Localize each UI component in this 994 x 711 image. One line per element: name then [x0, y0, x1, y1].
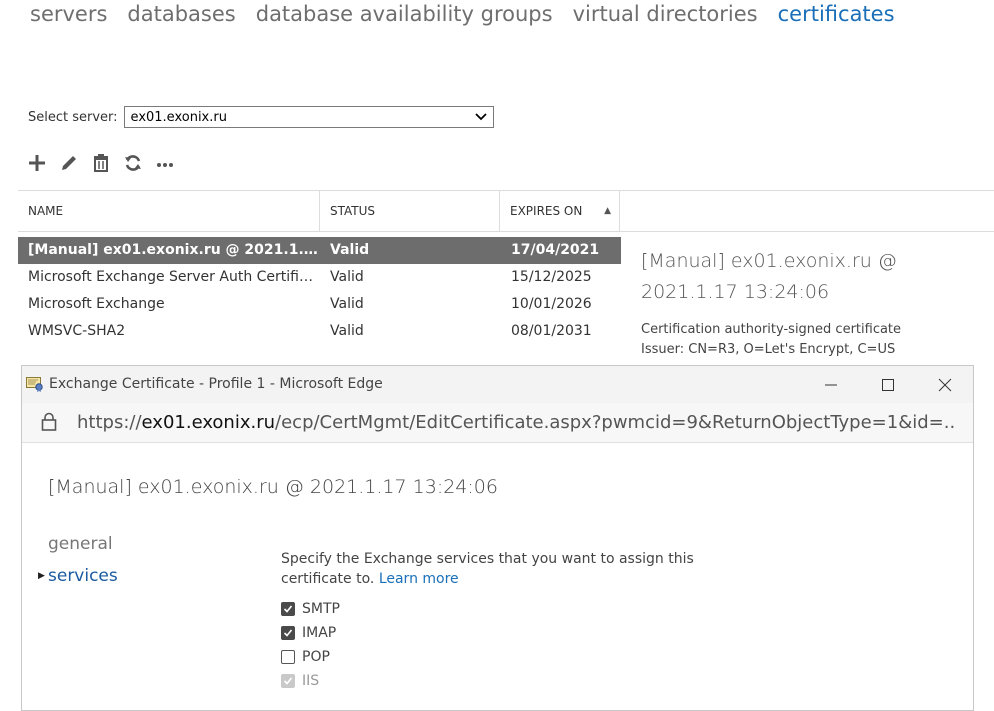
server-dropdown[interactable]: ex01.exonix.ru: [123, 106, 494, 128]
edit-icon: [62, 156, 76, 170]
url-host: ex01.exonix.ru: [141, 412, 276, 433]
column-header-expires[interactable]: EXPIRES ON ▲: [500, 191, 620, 231]
cell-expires: 17/04/2021: [511, 242, 600, 258]
window-title: Exchange Certificate - Profile 1 - Micro…: [49, 376, 383, 392]
certificate-side-nav: general ▶ services: [38, 528, 118, 592]
delete-button[interactable]: [90, 152, 112, 174]
checkbox-checked-icon: [281, 626, 295, 640]
table-row[interactable]: Microsoft Exchange Valid 10/01/2026: [18, 291, 621, 318]
pop-label: POP: [302, 649, 330, 665]
column-header-status[interactable]: STATUS: [320, 191, 500, 231]
nav-databases[interactable]: databases: [127, 0, 235, 28]
delete-icon: [94, 154, 108, 172]
checkbox-checked-icon: [281, 602, 295, 616]
cell-status: Valid: [330, 323, 364, 339]
certificate-list: [Manual] ex01.exonix.ru @ 2021.1.17 13:.…: [18, 237, 621, 345]
edit-button[interactable]: [58, 152, 80, 174]
nav-virtual-directories[interactable]: virtual directories: [573, 0, 758, 28]
more-button[interactable]: [154, 152, 176, 174]
lock-icon: [40, 412, 58, 436]
column-header-expires-label: EXPIRES ON: [510, 204, 583, 218]
select-server-label: Select server:: [28, 109, 118, 125]
cell-name: Microsoft Exchange Server Auth Certifica…: [28, 269, 318, 285]
window-titlebar[interactable]: Exchange Certificate - Profile 1 - Micro…: [22, 366, 973, 403]
table-row[interactable]: WMSVC-SHA2 Valid 08/01/2031: [18, 318, 621, 345]
column-header-name[interactable]: NAME: [18, 191, 320, 231]
caret-right-icon: ▶: [38, 571, 45, 581]
details-issuer: Issuer: CN=R3, O=Let's Encrypt, C=US: [641, 342, 896, 357]
details-cert-type: Certification authority-signed certifica…: [641, 322, 902, 337]
nav-database-availability-groups[interactable]: database availability groups: [256, 0, 553, 28]
nav-certificates[interactable]: certificates: [778, 0, 895, 28]
cell-expires: 10/01/2026: [511, 296, 592, 312]
certificate-grid-header: NAME STATUS EXPIRES ON ▲: [18, 190, 994, 232]
details-pane: [Manual] ex01.exonix.ru @ 2021.1.17 13:2…: [641, 246, 991, 360]
cell-name: [Manual] ex01.exonix.ru @ 2021.1.17 13:.…: [28, 242, 318, 258]
column-header-status-label: STATUS: [330, 204, 376, 218]
table-row[interactable]: [Manual] ex01.exonix.ru @ 2021.1.17 13:.…: [18, 237, 621, 264]
imap-checkbox[interactable]: IMAP: [281, 621, 761, 645]
checkbox-disabled-icon: [281, 674, 295, 688]
server-selector: Select server: ex01.exonix.ru: [28, 106, 494, 128]
cell-status: Valid: [330, 269, 364, 285]
sort-ascending-icon: ▲: [604, 206, 611, 216]
minimize-icon: [825, 384, 837, 385]
pop-checkbox[interactable]: POP: [281, 645, 761, 669]
iis-checkbox: IIS: [281, 669, 761, 693]
services-panel: Specify the Exchange services that you w…: [281, 549, 761, 693]
services-instructions: Specify the Exchange services that you w…: [281, 549, 761, 589]
cell-expires: 08/01/2031: [511, 323, 592, 339]
minimize-button[interactable]: [808, 366, 854, 403]
nav-general-label: general: [48, 534, 113, 554]
url-text: https://ex01.exonix.ru/ecp/CertMgmt/Edit…: [77, 403, 957, 442]
column-header-name-label: NAME: [28, 204, 64, 218]
learn-more-link[interactable]: Learn more: [379, 571, 459, 587]
more-icon: [157, 163, 173, 167]
refresh-button[interactable]: [122, 152, 144, 174]
close-icon: [938, 378, 952, 391]
nav-services[interactable]: ▶ services: [38, 560, 118, 592]
cell-status: Valid: [330, 242, 370, 258]
add-button[interactable]: [26, 152, 48, 174]
nav-general[interactable]: general: [38, 528, 118, 560]
cell-status: Valid: [330, 296, 364, 312]
toolbar: [26, 152, 176, 174]
details-title: [Manual] ex01.exonix.ru @ 2021.1.17 13:2…: [641, 250, 897, 303]
server-dropdown-value: ex01.exonix.ru: [130, 109, 227, 125]
nav-servers[interactable]: servers: [30, 0, 107, 28]
certificate-icon: [26, 376, 44, 396]
top-nav: servers databases database availability …: [30, 0, 895, 32]
refresh-icon: [125, 155, 141, 171]
cell-name: Microsoft Exchange: [28, 296, 165, 312]
table-row[interactable]: Microsoft Exchange Server Auth Certifica…: [18, 264, 621, 291]
imap-label: IMAP: [302, 625, 337, 641]
iis-label: IIS: [302, 673, 320, 689]
cell-name: WMSVC-SHA2: [28, 323, 126, 339]
smtp-label: SMTP: [302, 601, 340, 617]
url-prefix: https://: [77, 412, 142, 433]
url-path: /ecp/CertMgmt/EditCertificate.aspx?pwmci…: [275, 412, 957, 433]
certificate-title: [Manual] ex01.exonix.ru @ 2021.1.17 13:2…: [48, 476, 498, 498]
close-button[interactable]: [922, 366, 968, 403]
address-bar[interactable]: https://ex01.exonix.ru/ecp/CertMgmt/Edit…: [22, 403, 973, 443]
add-icon: [29, 155, 45, 171]
cell-expires: 15/12/2025: [511, 269, 592, 285]
chevron-down-icon: [474, 110, 487, 124]
instructions-text: Specify the Exchange services that you w…: [281, 551, 694, 587]
nav-services-label: services: [48, 566, 118, 586]
maximize-icon: [882, 378, 894, 391]
maximize-button[interactable]: [865, 366, 911, 403]
services-checkbox-list: SMTP IMAP POP IIS: [281, 597, 761, 693]
edit-certificate-window: Exchange Certificate - Profile 1 - Micro…: [21, 365, 974, 711]
smtp-checkbox[interactable]: SMTP: [281, 597, 761, 621]
checkbox-unchecked-icon: [281, 650, 295, 664]
